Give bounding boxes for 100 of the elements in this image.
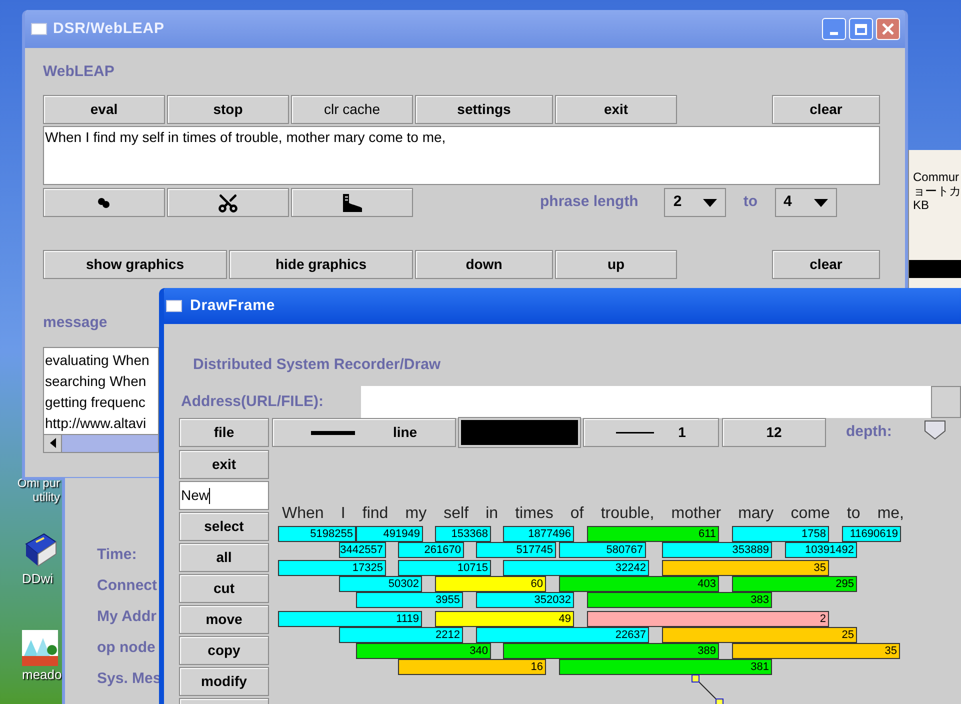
frequency-bar[interactable]: 580767 bbox=[559, 542, 646, 558]
frequency-bar[interactable]: 2 bbox=[587, 611, 829, 627]
app-heading: Distributed System Recorder/Draw bbox=[192, 355, 442, 374]
to-label: to bbox=[743, 192, 758, 212]
boot-icon bbox=[340, 192, 364, 212]
frequency-bar[interactable]: 1877496 bbox=[503, 526, 574, 542]
toolbar-button[interactable]: settings bbox=[415, 95, 553, 124]
toolbar-button[interactable]: stop bbox=[167, 95, 289, 124]
app-heading: WebLEAP bbox=[43, 62, 116, 82]
message-label: message bbox=[43, 313, 108, 333]
message-line: searching When bbox=[45, 372, 146, 391]
clear-button[interactable]: clear bbox=[772, 95, 880, 124]
file-button[interactable]: file bbox=[179, 418, 269, 447]
dropdown[interactable]: 4 bbox=[774, 188, 837, 217]
toolbar-button[interactable]: eval bbox=[43, 95, 165, 124]
depth-label: depth: bbox=[846, 422, 893, 442]
frequency-bar[interactable]: 352032 bbox=[476, 592, 574, 608]
address-label: Address(URL/FILE): bbox=[180, 392, 324, 412]
status-label: Sys. Mes bbox=[97, 669, 162, 689]
icon-button[interactable] bbox=[291, 188, 413, 217]
frequency-bar[interactable]: 403 bbox=[559, 576, 719, 592]
frequency-bar[interactable]: 17325 bbox=[278, 560, 386, 576]
address-field[interactable] bbox=[360, 386, 932, 418]
tool-button[interactable]: cut bbox=[179, 574, 269, 603]
frequency-bar[interactable]: 10391492 bbox=[785, 542, 857, 558]
scroll-thumb[interactable] bbox=[62, 434, 158, 452]
frequency-bar[interactable]: 16 bbox=[398, 659, 546, 675]
toolbar-button[interactable]: clr cache bbox=[291, 95, 413, 124]
caret-icon bbox=[703, 198, 718, 206]
color-swatch[interactable] bbox=[459, 418, 580, 447]
frequency-bar[interactable]: 2212 bbox=[339, 627, 463, 643]
icon-button[interactable] bbox=[167, 188, 289, 217]
frequency-bar[interactable]: 22637 bbox=[476, 627, 649, 643]
frequency-bar[interactable]: 261670 bbox=[398, 542, 464, 558]
frequency-bar[interactable]: 353889 bbox=[662, 542, 772, 558]
toolbar-button[interactable]: exit bbox=[555, 95, 677, 124]
thin-line-icon bbox=[616, 432, 654, 434]
status-label: op node bbox=[97, 638, 156, 658]
frequency-bar[interactable]: 340 bbox=[356, 643, 491, 659]
scroll-left-button[interactable] bbox=[44, 434, 62, 452]
graphics-button[interactable]: up bbox=[555, 250, 677, 279]
desktop-icon-label: utility bbox=[32, 490, 60, 504]
message-line: getting frequenc bbox=[45, 392, 146, 412]
desktop-icon-label: DDwi bbox=[22, 572, 54, 586]
tool-button[interactable]: modify bbox=[179, 667, 269, 696]
landscape-icon bbox=[22, 630, 58, 666]
caret-icon bbox=[814, 198, 828, 206]
message-line: http://www.altavi bbox=[45, 414, 146, 433]
frequency-bar[interactable]: 11690619 bbox=[842, 526, 901, 542]
frequency-bar[interactable]: 25 bbox=[662, 627, 857, 643]
message-line: evaluating When bbox=[45, 350, 150, 370]
dark-strip bbox=[909, 260, 961, 278]
close-icon bbox=[882, 23, 894, 35]
frequency-bar[interactable]: 517745 bbox=[476, 542, 556, 558]
frequency-bar[interactable]: 491949 bbox=[356, 526, 423, 542]
window-icon bbox=[166, 300, 182, 312]
graphics-button[interactable]: hide graphics bbox=[229, 250, 413, 279]
clear-button[interactable]: clear bbox=[772, 250, 880, 279]
frequency-bar[interactable]: 295 bbox=[732, 576, 857, 592]
dropdown[interactable]: 2 bbox=[664, 188, 726, 217]
query-text-area[interactable]: When I find my self in times of trouble, mother mary come to me, bbox=[43, 126, 880, 185]
scissors-icon bbox=[217, 192, 239, 214]
font-size-button[interactable]: 12 bbox=[722, 418, 826, 447]
frequency-bar[interactable]: 32242 bbox=[503, 560, 649, 576]
maximize-button[interactable] bbox=[849, 18, 873, 40]
status-label: Connect bbox=[97, 576, 158, 596]
tool-button[interactable]: select bbox=[179, 512, 269, 541]
horizontal-scrollbar[interactable] bbox=[44, 434, 158, 452]
frequency-bar[interactable]: 35 bbox=[732, 643, 900, 659]
tool-button[interactable]: move bbox=[179, 605, 269, 634]
minimize-button[interactable] bbox=[822, 18, 846, 40]
frequency-bar[interactable]: 49 bbox=[435, 611, 574, 627]
name-input-field[interactable]: New bbox=[179, 481, 269, 510]
window-text: ョートカ bbox=[912, 184, 961, 198]
frequency-bar[interactable]: 35 bbox=[662, 560, 829, 576]
graphics-button[interactable]: show graphics bbox=[43, 250, 227, 279]
exit-button[interactable]: exit bbox=[179, 450, 269, 479]
frequency-bar[interactable]: 381 bbox=[559, 659, 772, 675]
frequency-bar[interactable]: 1119 bbox=[278, 611, 422, 627]
tool-button[interactable]: all bbox=[179, 543, 269, 572]
window-title: DrawFrame bbox=[190, 296, 276, 316]
line-style-button[interactable]: line bbox=[272, 418, 456, 447]
window-title: DSR/WebLEAP bbox=[53, 18, 164, 39]
graphics-button[interactable]: down bbox=[415, 250, 553, 279]
line-width-button[interactable]: 1 bbox=[583, 418, 719, 447]
tool-button[interactable]: copy bbox=[179, 636, 269, 665]
frequency-bar[interactable]: 5198255 bbox=[278, 526, 356, 542]
frequency-bar[interactable]: 389 bbox=[503, 643, 719, 659]
frequency-bar[interactable]: 611 bbox=[587, 526, 719, 542]
frequency-bar[interactable]: 383 bbox=[587, 592, 772, 608]
frequency-bar[interactable]: 3442557 bbox=[339, 542, 386, 558]
slider-handle[interactable] bbox=[924, 420, 946, 440]
frequency-bar[interactable]: 1758 bbox=[732, 526, 829, 542]
close-button[interactable] bbox=[876, 18, 900, 40]
frequency-bar[interactable]: 10715 bbox=[398, 560, 491, 576]
frequency-bar[interactable]: 60 bbox=[435, 576, 546, 592]
frequency-bar[interactable]: 50302 bbox=[339, 576, 422, 592]
desktop-icon-label: meado bbox=[22, 668, 62, 682]
frequency-bar[interactable]: 153368 bbox=[435, 526, 491, 542]
frequency-bar[interactable]: 3955 bbox=[356, 592, 463, 608]
